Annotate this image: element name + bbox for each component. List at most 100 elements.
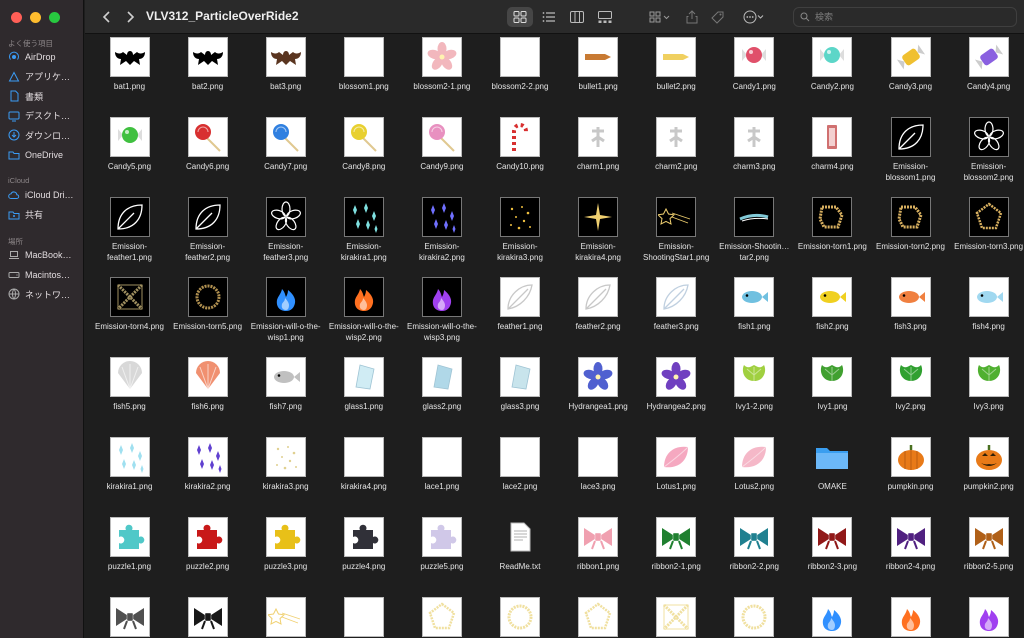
file-item[interactable]: puzzle4.png <box>324 517 403 572</box>
file-item[interactable]: Candy7.png <box>246 117 325 172</box>
sidebar-item-favorites-0[interactable]: AirDrop <box>8 48 80 66</box>
sidebar-item-locations-2[interactable]: ネットワ… <box>8 285 80 303</box>
gallery-view-button[interactable] <box>593 7 617 27</box>
sidebar-item-favorites-4[interactable]: ダウンロ… <box>8 126 80 144</box>
file-item[interactable]: kirakira2.png <box>168 437 247 492</box>
file-item[interactable]: ribbon2-4.png <box>871 517 950 572</box>
file-item[interactable]: bullet1.png <box>559 37 638 92</box>
file-item[interactable]: Lotus1.png <box>637 437 716 492</box>
file-item[interactable]: fish2.png <box>793 277 872 332</box>
file-item[interactable] <box>793 597 872 637</box>
file-item[interactable]: puzzle5.png <box>402 517 481 572</box>
group-by-button[interactable] <box>645 7 675 27</box>
file-item[interactable]: Ivy1.png <box>793 357 872 412</box>
file-item[interactable]: Candy5.png <box>90 117 169 172</box>
file-item[interactable] <box>871 597 950 637</box>
file-item[interactable]: glass1.png <box>324 357 403 412</box>
file-item[interactable]: kirakira1.png <box>90 437 169 492</box>
file-item[interactable] <box>715 597 794 637</box>
sidebar-item-icloud-0[interactable]: iCloud Dri… <box>8 186 80 204</box>
file-item[interactable]: Emission-will-o-the-wisp3.png <box>402 277 481 343</box>
file-item[interactable]: bat2.png <box>168 37 247 92</box>
file-item[interactable]: Ivy3.png <box>949 357 1024 412</box>
sidebar-item-favorites-2[interactable]: 書類 <box>8 87 80 105</box>
file-item[interactable]: Candy1.png <box>715 37 794 92</box>
file-item[interactable]: puzzle1.png <box>90 517 169 572</box>
zoom-window-button[interactable] <box>49 12 60 23</box>
file-item[interactable]: pumpkin.png <box>871 437 950 492</box>
file-item[interactable]: Emission-Shootin…tar2.png <box>715 197 794 263</box>
file-item[interactable]: fish6.png <box>168 357 247 412</box>
file-item[interactable]: charm4.png <box>793 117 872 172</box>
file-item[interactable]: Emission-feather2.png <box>168 197 247 263</box>
file-item[interactable]: ribbon2-1.png <box>637 517 716 572</box>
file-item[interactable]: Ivy1-2.png <box>715 357 794 412</box>
file-item[interactable]: bat3.png <box>246 37 325 92</box>
icon-view-button[interactable] <box>507 7 533 27</box>
sidebar-item-icloud-1[interactable]: 共有 <box>8 206 80 224</box>
file-item[interactable]: Hydrangea2.png <box>637 357 716 412</box>
file-item[interactable]: Ivy2.png <box>871 357 950 412</box>
file-item[interactable]: Emission-blossom2.png <box>949 117 1024 183</box>
list-view-button[interactable] <box>537 7 561 27</box>
close-window-button[interactable] <box>11 12 22 23</box>
sidebar-item-locations-1[interactable]: Macintos… <box>8 266 80 284</box>
file-item[interactable]: Candy3.png <box>871 37 950 92</box>
search-input[interactable] <box>815 12 1005 22</box>
file-item[interactable]: Emission-kirakira3.png <box>481 197 560 263</box>
file-item[interactable] <box>168 597 247 637</box>
minimize-window-button[interactable] <box>30 12 41 23</box>
file-item[interactable]: Candy6.png <box>168 117 247 172</box>
file-item[interactable] <box>481 597 560 637</box>
file-item[interactable] <box>246 597 325 637</box>
file-item[interactable] <box>637 597 716 637</box>
file-item[interactable]: Candy4.png <box>949 37 1024 92</box>
file-item[interactable]: bat1.png <box>90 37 169 92</box>
search-field[interactable] <box>793 7 1017 27</box>
file-item[interactable]: charm2.png <box>637 117 716 172</box>
file-item[interactable]: Candy10.png <box>481 117 560 172</box>
file-item[interactable]: Lotus2.png <box>715 437 794 492</box>
file-item[interactable]: puzzle2.png <box>168 517 247 572</box>
sidebar-item-locations-0[interactable]: MacBook… <box>8 246 80 264</box>
file-item[interactable]: blossom2-1.png <box>402 37 481 92</box>
file-item[interactable]: Hydrangea1.png <box>559 357 638 412</box>
file-item[interactable]: Emission-kirakira1.png <box>324 197 403 263</box>
file-item[interactable]: Emission-feather1.png <box>90 197 169 263</box>
file-item[interactable]: charm1.png <box>559 117 638 172</box>
file-item[interactable]: Emission-ShootingStar1.png <box>637 197 716 263</box>
sidebar-item-favorites-1[interactable]: アプリケ… <box>8 68 80 86</box>
file-item[interactable]: Candy8.png <box>324 117 403 172</box>
file-item[interactable]: pumpkin2.png <box>949 437 1024 492</box>
file-item[interactable] <box>402 597 481 637</box>
file-item[interactable] <box>949 597 1024 637</box>
file-item[interactable]: kirakira4.png <box>324 437 403 492</box>
file-item[interactable]: Emission-torn3.png <box>949 197 1024 252</box>
file-item[interactable]: lace3.png <box>559 437 638 492</box>
file-item[interactable]: ribbon2-2.png <box>715 517 794 572</box>
file-item[interactable]: ribbon1.png <box>559 517 638 572</box>
tag-button[interactable] <box>709 7 727 27</box>
action-menu-button[interactable] <box>739 7 769 27</box>
file-item[interactable]: lace1.png <box>402 437 481 492</box>
file-item[interactable]: Emission-kirakira2.png <box>402 197 481 263</box>
file-item[interactable]: fish7.png <box>246 357 325 412</box>
file-item[interactable]: Emission-torn2.png <box>871 197 950 252</box>
file-item[interactable]: fish5.png <box>90 357 169 412</box>
file-item[interactable]: Candy9.png <box>402 117 481 172</box>
sidebar-item-favorites-3[interactable]: デスクト… <box>8 107 80 125</box>
column-view-button[interactable] <box>565 7 589 27</box>
file-item[interactable]: Emission-kirakira4.png <box>559 197 638 263</box>
file-item[interactable]: blossom2-2.png <box>481 37 560 92</box>
file-item[interactable]: feather1.png <box>481 277 560 332</box>
file-item[interactable] <box>559 597 638 637</box>
file-item[interactable]: kirakira3.png <box>246 437 325 492</box>
file-item[interactable]: Emission-will-o-the-wisp2.png <box>324 277 403 343</box>
file-item[interactable]: Emission-torn5.png <box>168 277 247 332</box>
file-item[interactable]: Emission-torn4.png <box>90 277 169 332</box>
file-item[interactable]: feather2.png <box>559 277 638 332</box>
file-item[interactable]: ribbon2-3.png <box>793 517 872 572</box>
file-item[interactable]: lace2.png <box>481 437 560 492</box>
file-item[interactable]: Emission-blossom1.png <box>871 117 950 183</box>
file-item[interactable]: Candy2.png <box>793 37 872 92</box>
